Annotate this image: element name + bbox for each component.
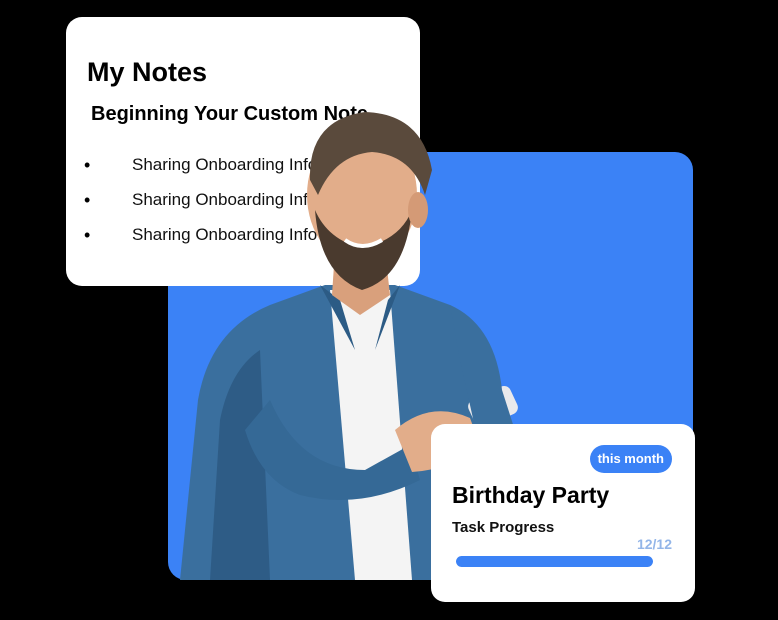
ear — [408, 192, 428, 228]
progress-fill — [456, 556, 653, 567]
hero-scene: My Notes Beginning Your Custom Note • Sh… — [0, 0, 778, 620]
task-progress-label: Task Progress — [452, 519, 555, 536]
event-title: Birthday Party — [452, 482, 610, 508]
bullet-icon: • — [84, 190, 91, 210]
task-count: 12/12 — [636, 536, 672, 552]
time-period-badge: this month — [589, 445, 672, 473]
progress-card: this month Birthday Party Task Progress … — [431, 424, 695, 602]
bullet-icon: • — [84, 225, 91, 245]
notes-title: My Notes — [87, 57, 208, 87]
bullet-icon: • — [84, 155, 91, 175]
progress-track — [456, 556, 653, 567]
